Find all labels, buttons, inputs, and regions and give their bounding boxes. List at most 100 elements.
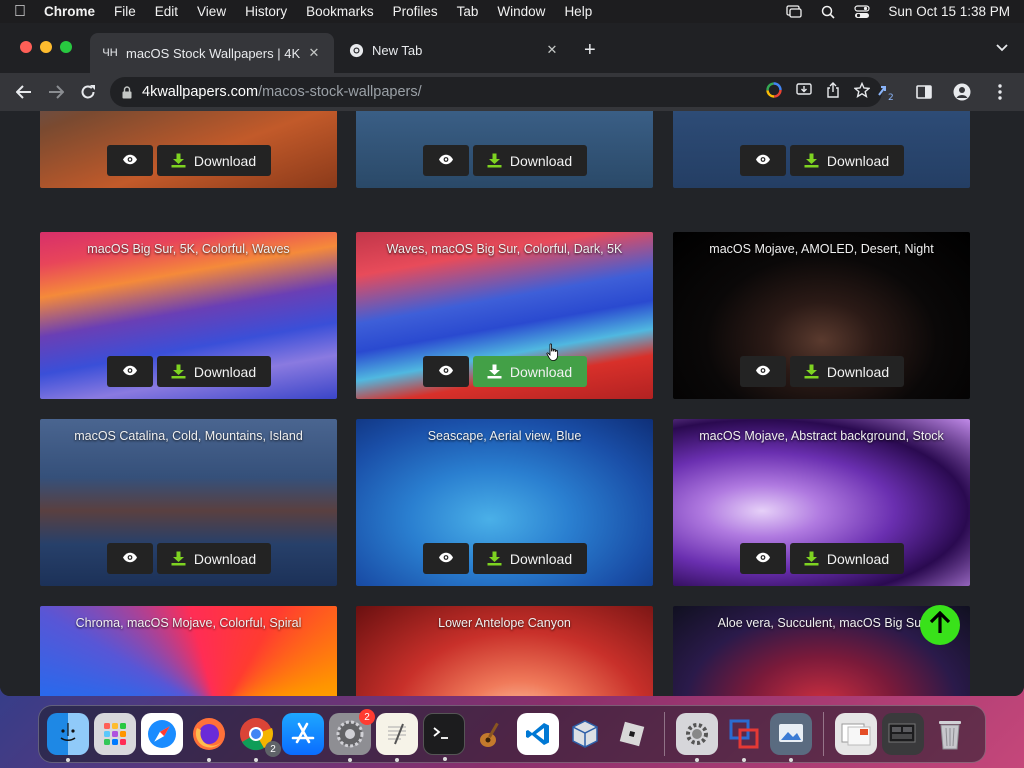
preview-button[interactable] — [106, 145, 153, 176]
wallpaper-card[interactable]: Seascape, Aerial view, Blue Download — [356, 419, 653, 586]
svg-text:2: 2 — [888, 93, 894, 101]
parallels-icon[interactable] — [723, 713, 765, 762]
minimize-window-button[interactable] — [40, 41, 52, 53]
wallpaper-card[interactable]: Download — [673, 111, 970, 188]
firefox-icon[interactable] — [188, 713, 230, 762]
card-actions: Download — [356, 145, 653, 176]
wallpaper-card[interactable]: macOS Mojave, Abstract background, Stock… — [673, 419, 970, 586]
vscode-icon[interactable] — [517, 713, 559, 755]
more-menu-icon[interactable] — [986, 78, 1014, 106]
install-app-icon[interactable] — [796, 83, 812, 101]
wallpaper-card[interactable]: Download — [356, 111, 653, 188]
preview-button[interactable] — [106, 356, 153, 387]
settings-utility-icon[interactable] — [676, 713, 718, 762]
download-label: Download — [826, 550, 890, 567]
dock-separator — [823, 712, 824, 756]
screen-mirroring-icon[interactable] — [786, 5, 803, 19]
safari-icon[interactable] — [141, 713, 183, 755]
card-actions: Download — [673, 543, 970, 574]
wallpaper-card[interactable]: macOS Catalina, Cold, Mountains, Island … — [40, 419, 337, 586]
wallpaper-caption: macOS Mojave, Abstract background, Stock — [699, 429, 944, 443]
preview-app-icon[interactable] — [770, 713, 812, 762]
menu-app-chrome[interactable]: Chrome — [44, 4, 95, 19]
side-panel-icon[interactable] — [910, 78, 938, 106]
menu-view[interactable]: View — [197, 4, 226, 19]
google-lens-icon[interactable] — [766, 82, 782, 102]
trash-icon[interactable] — [929, 713, 971, 755]
lock-icon[interactable] — [122, 85, 132, 99]
zoom-window-button[interactable] — [60, 41, 72, 53]
download-button[interactable]: Download — [472, 145, 587, 176]
menu-profiles[interactable]: Profiles — [393, 4, 438, 19]
download-button[interactable]: Download — [789, 145, 904, 176]
scroll-to-top-button[interactable] — [920, 605, 960, 645]
menu-help[interactable]: Help — [564, 4, 592, 19]
apple-icon[interactable]:  — [14, 3, 26, 21]
menubar-clock[interactable]: Sun Oct 15 1:38 PM — [888, 4, 1010, 19]
menu-bar:  Chrome File Edit View History Bookmark… — [0, 0, 1024, 23]
menu-bookmarks[interactable]: Bookmarks — [306, 4, 374, 19]
wallpaper-card[interactable]: Lower Antelope Canyon — [356, 606, 653, 696]
preview-button[interactable] — [422, 145, 469, 176]
back-arrow-icon[interactable] — [10, 78, 38, 106]
menu-edit[interactable]: Edit — [155, 4, 178, 19]
close-tab-icon[interactable]: ✕ — [306, 45, 322, 61]
textedit-icon[interactable] — [376, 713, 418, 762]
preview-button[interactable] — [739, 145, 786, 176]
spotlight-search-icon[interactable] — [820, 5, 836, 19]
control-center-icon[interactable] — [854, 4, 871, 19]
preview-button[interactable] — [739, 356, 786, 387]
download-button[interactable]: Download — [472, 543, 587, 574]
profile-avatar-icon[interactable] — [948, 78, 976, 106]
menu-file[interactable]: File — [114, 4, 136, 19]
download-label: Download — [193, 152, 257, 169]
close-tab-icon[interactable]: ✕ — [544, 42, 560, 58]
preview-button[interactable] — [106, 543, 153, 574]
extension-icon[interactable]: 2 — [872, 78, 900, 106]
bookmark-star-icon[interactable] — [853, 81, 871, 102]
forward-arrow-icon[interactable] — [42, 78, 70, 106]
close-window-button[interactable] — [20, 41, 32, 53]
download-label: Download — [826, 152, 890, 169]
running-indicator — [443, 757, 447, 761]
download-button[interactable]: Download — [472, 356, 587, 387]
roblox-icon[interactable] — [611, 713, 653, 755]
chrome-dock-icon[interactable]: 2 — [235, 713, 281, 762]
terminal-icon[interactable] — [423, 713, 465, 761]
download-button[interactable]: Download — [156, 356, 271, 387]
tab-title: macOS Stock Wallpapers | 4K — [126, 45, 301, 61]
preview-button[interactable] — [422, 356, 469, 387]
menu-history[interactable]: History — [245, 4, 287, 19]
preview-button[interactable] — [739, 543, 786, 574]
launchpad-icon[interactable] — [94, 713, 136, 755]
menu-tab[interactable]: Tab — [457, 4, 479, 19]
download-icon — [804, 153, 819, 168]
menu-window[interactable]: Window — [497, 4, 545, 19]
site-favicon: ЧН — [102, 47, 118, 59]
url-domain: 4kwallpapers.com — [142, 84, 259, 100]
downloads-stack-icon[interactable] — [835, 713, 877, 755]
download-button[interactable]: Download — [789, 543, 904, 574]
address-bar[interactable]: 4kwallpapers.com/macos-stock-wallpapers/ — [110, 77, 882, 107]
garageband-icon[interactable] — [470, 713, 512, 755]
new-tab-plus-icon[interactable]: + — [584, 39, 596, 62]
app-store-icon[interactable] — [282, 713, 324, 755]
wallpaper-card[interactable]: Chroma, macOS Mojave, Colorful, Spiral — [40, 606, 337, 696]
download-button[interactable]: Download — [156, 145, 271, 176]
preview-button[interactable] — [422, 543, 469, 574]
download-button[interactable]: Download — [156, 543, 271, 574]
share-icon[interactable] — [826, 82, 840, 102]
wallpaper-card[interactable]: Waves, macOS Big Sur, Colorful, Dark, 5K… — [356, 232, 653, 399]
reload-icon[interactable] — [74, 78, 102, 106]
screenshot-stack-icon[interactable] — [882, 713, 924, 755]
tab-macos-stock-wallpapers[interactable]: ЧН macOS Stock Wallpapers | 4K ✕ — [90, 33, 334, 73]
tab-search-chevron-icon[interactable] — [996, 41, 1008, 55]
virtualbox-icon[interactable] — [564, 713, 606, 755]
system-settings-icon[interactable]: 2 — [329, 709, 375, 762]
download-button[interactable]: Download — [789, 356, 904, 387]
wallpaper-card[interactable]: macOS Big Sur, 5K, Colorful, Waves Downl… — [40, 232, 337, 399]
finder-icon[interactable] — [47, 713, 89, 762]
wallpaper-card[interactable]: macOS Mojave, AMOLED, Desert, Night Down… — [673, 232, 970, 399]
tab-new-tab[interactable]: New Tab ✕ — [336, 33, 572, 67]
wallpaper-card[interactable]: Download — [40, 111, 337, 188]
